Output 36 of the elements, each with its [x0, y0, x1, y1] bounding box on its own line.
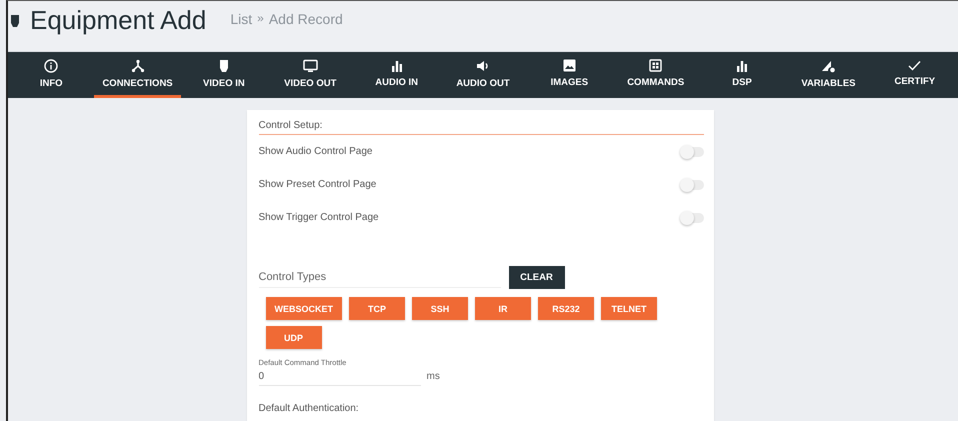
variables-icon	[820, 58, 836, 72]
control-types-field[interactable]: Control Types	[258, 267, 500, 288]
speaker-icon	[476, 58, 490, 72]
toggle-label: Show Trigger Control Page	[258, 212, 379, 223]
nav-tab[interactable]: AUDIO IN	[353, 52, 440, 98]
nav-tab[interactable]: VARIABLES	[785, 52, 872, 98]
bar-chart-icon	[390, 60, 403, 72]
bar-chart-icon	[736, 60, 748, 72]
image-icon	[562, 59, 576, 72]
plug-icon	[10, 14, 20, 28]
toggle-label: Show Preset Control Page	[258, 179, 376, 190]
unit-label: ms	[426, 371, 440, 384]
info-icon	[44, 58, 58, 72]
plug-icon	[218, 58, 229, 72]
monitor-icon	[302, 58, 318, 72]
nav-tab[interactable]: CONNECTIONS	[94, 52, 181, 98]
nav-tab[interactable]: IMAGES	[526, 52, 613, 98]
nav-tab[interactable]: INFO	[8, 52, 94, 98]
clear-button[interactable]: CLEAR	[508, 266, 564, 289]
page-title: Equipment Add	[30, 5, 206, 36]
nav-tab[interactable]: CERTIFY	[872, 52, 958, 98]
breadcrumb-separator: »	[257, 11, 264, 27]
check-icon	[908, 60, 922, 71]
toggle-switch[interactable]	[682, 212, 704, 222]
field-label: Default Authentication:	[258, 403, 360, 414]
toggle-switch[interactable]	[682, 146, 704, 156]
nav-tab[interactable]: DSP	[698, 52, 786, 98]
network-icon	[130, 58, 145, 72]
nav-tab[interactable]: VIDEO OUT	[267, 52, 354, 98]
toggle-label: Show Audio Control Page	[258, 146, 372, 157]
grid-icon	[648, 59, 663, 72]
section-heading: Control Setup:	[258, 120, 704, 135]
nav-tab[interactable]: AUDIO OUT	[440, 52, 526, 98]
nav-tab[interactable]: COMMANDS	[612, 52, 699, 98]
toggle-switch[interactable]	[682, 180, 704, 190]
nav-tab[interactable]: VIDEO IN	[180, 52, 268, 98]
